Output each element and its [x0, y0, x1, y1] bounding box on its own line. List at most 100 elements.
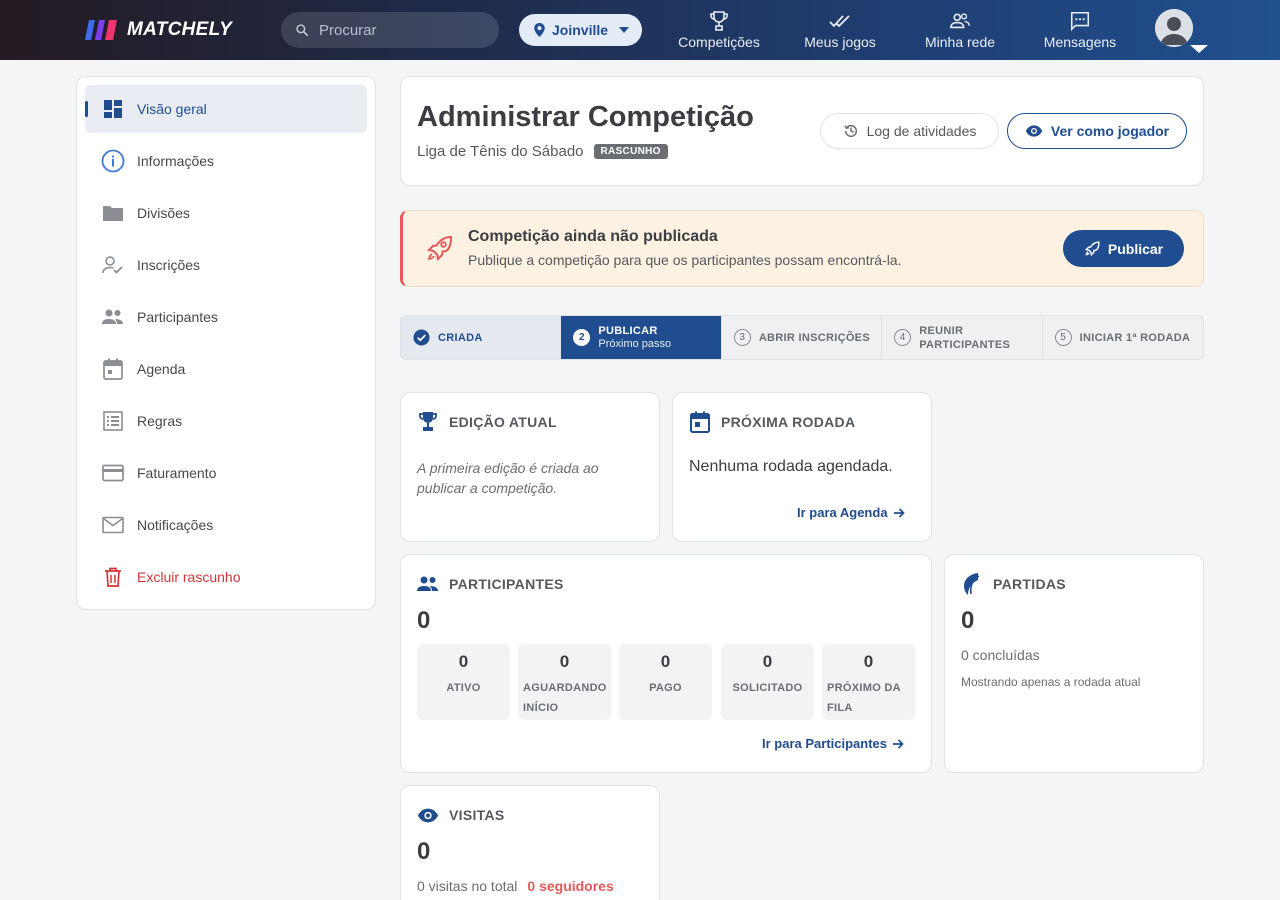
arrow-right-icon — [893, 738, 904, 749]
nav-competitions[interactable]: Competições — [678, 8, 760, 56]
credit-card-icon — [102, 464, 124, 482]
next-round-card: PRÓXIMA RODADA Nenhuma rodada agendada. … — [672, 392, 932, 542]
link-label: Ir para Participantes — [762, 736, 887, 751]
stat-waiting-start: 0 AGUARDANDO INÍCIO — [518, 644, 611, 720]
sidebar-item-rules[interactable]: Regras — [85, 397, 367, 445]
stat-label-line2: INÍCIO — [523, 702, 559, 714]
step-created[interactable]: CRIADA — [401, 316, 562, 359]
sidebar-item-label: Divisões — [137, 205, 190, 221]
trophy-icon — [710, 11, 728, 31]
sidebar-item-label: Inscrições — [137, 257, 201, 273]
sidebar-item-registrations[interactable]: Inscrições — [85, 241, 367, 289]
current-edition-card: EDIÇÃO ATUAL A primeira edição é criada … — [400, 392, 660, 542]
edition-text: A primeira edição é criada ao publicar a… — [417, 460, 599, 496]
view-as-player-button[interactable]: Ver como jogador — [1007, 113, 1187, 149]
city-selector[interactable]: Joinville — [519, 14, 642, 46]
user-avatar[interactable] — [1155, 9, 1193, 47]
matches-completed: 0 concluídas — [961, 647, 1040, 663]
search-box[interactable] — [281, 12, 499, 48]
competition-name: Liga de Tênis do Sábado — [417, 143, 584, 160]
visits-card: VISITAS 0 0 visitas no total 0 seguidore… — [400, 785, 660, 900]
step-publish[interactable]: 2 PUBLICAR Próximo passo — [561, 316, 722, 359]
alert-text: Publique a competição para que os partic… — [468, 252, 902, 268]
sidebar-item-overview[interactable]: Visão geral — [85, 85, 367, 133]
go-to-schedule-link[interactable]: Ir para Agenda — [797, 505, 905, 520]
nav-label: Mensagens — [1043, 34, 1117, 50]
step-number: 3 — [733, 329, 751, 346]
next-round-text: Nenhuma rodada agendada. — [689, 458, 893, 475]
logo-mark-icon — [85, 20, 117, 40]
progress-stepper: CRIADA 2 PUBLICAR Próximo passo 3 ABRIR I… — [400, 315, 1204, 360]
top-navbar: MATCHELY Joinville Competições Meus jogo… — [0, 0, 1280, 60]
stat-value: 0 — [660, 652, 671, 671]
nav-label: Competições — [678, 34, 760, 50]
followers-count[interactable]: 0 seguidores — [527, 878, 613, 894]
card-title: EDIÇÃO ATUAL — [449, 414, 557, 430]
participants-card: PARTICIPANTES 0 0 ATIVO 0 AGUARDANDO INÍC… — [400, 554, 932, 773]
sidebar-item-schedule[interactable]: Agenda — [85, 345, 367, 393]
step-start-first-round[interactable]: 5 INICIAR 1ª RODADA — [1043, 316, 1203, 359]
sidebar-item-label: Informações — [137, 153, 215, 169]
sidebar-item-divisions[interactable]: Divisões — [85, 189, 367, 237]
nav-label: Minha rede — [924, 34, 996, 50]
step-number: 2 — [573, 329, 591, 346]
chat-icon — [1070, 11, 1090, 32]
sidebar-item-notifications[interactable]: Notificações — [85, 501, 367, 549]
sidebar-item-label: Participantes — [137, 309, 218, 325]
status-badge: RASCUNHO — [593, 144, 668, 159]
go-to-participants-link[interactable]: Ir para Participantes — [762, 736, 904, 751]
people-icon — [417, 576, 438, 591]
sidebar-item-participants[interactable]: Participantes — [85, 293, 367, 341]
rocket-icon — [427, 235, 453, 261]
sidebar-item-label: Faturamento — [137, 465, 217, 481]
nav-my-network[interactable]: Minha rede — [923, 8, 997, 56]
eye-icon — [417, 808, 439, 822]
arrow-right-icon — [893, 507, 905, 518]
user-check-icon — [102, 256, 123, 274]
step-number: 4 — [894, 329, 912, 346]
alert-title: Competição ainda não publicada — [468, 228, 718, 245]
people-icon — [102, 309, 123, 324]
history-icon — [843, 124, 857, 138]
search-input[interactable] — [319, 21, 479, 39]
activity-log-label: Log de atividades — [866, 123, 977, 139]
search-icon — [296, 24, 309, 37]
visits-summary: 0 visitas no total 0 seguidores — [417, 878, 614, 894]
unpublished-alert: Competição ainda não publicada Publique … — [400, 210, 1204, 287]
publish-button[interactable]: Publicar — [1063, 230, 1184, 267]
mail-icon — [102, 516, 124, 534]
tennis-ball-icon — [964, 573, 980, 595]
list-icon — [103, 411, 123, 431]
stat-label-line1: AGUARDANDO — [523, 682, 607, 694]
nav-messages[interactable]: Mensagens — [1043, 8, 1117, 56]
stat-label: ATIVO — [446, 682, 481, 694]
stat-label-line2: FILA — [827, 702, 853, 714]
step-gather-participants[interactable]: 4 REUNIR PARTICIPANTES — [882, 316, 1043, 359]
dashboard-icon — [104, 100, 122, 118]
check-circle-icon — [413, 329, 430, 346]
sidebar-item-label: Excluir rascunho — [137, 569, 241, 585]
stat-requested: 0 SOLICITADO — [721, 644, 814, 720]
nav-my-games[interactable]: Meus jogos — [802, 8, 878, 56]
stat-paid: 0 PAGO — [619, 644, 712, 720]
sidebar-item-billing[interactable]: Faturamento — [85, 449, 367, 497]
visits-count: 0 visitas no total — [417, 878, 518, 894]
stat-value: 0 — [559, 652, 570, 671]
step-open-registrations[interactable]: 3 ABRIR INSCRIÇÕES — [722, 316, 883, 359]
sidebar-item-label: Agenda — [137, 361, 186, 377]
card-title: PARTICIPANTES — [449, 576, 564, 592]
matches-note: Mostrando apenas a rodada atual — [961, 675, 1141, 689]
sidebar-item-delete-draft[interactable]: Excluir rascunho — [85, 553, 367, 601]
activity-log-button[interactable]: Log de atividades — [820, 113, 999, 149]
sidebar-item-information[interactable]: Informações — [85, 137, 367, 185]
trophy-icon — [419, 412, 437, 431]
matchely-logo[interactable]: MATCHELY — [85, 17, 232, 43]
nav-label: Meus jogos — [804, 34, 876, 50]
account-menu-caret-icon[interactable] — [1190, 45, 1208, 53]
double-check-icon — [829, 15, 850, 28]
user-icon — [1155, 9, 1193, 47]
stat-value: 0 — [458, 652, 469, 671]
matches-total: 0 — [961, 607, 975, 634]
stat-label: PAGO — [649, 682, 682, 694]
competition-subtitle: Liga de Tênis do Sábado RASCUNHO — [417, 143, 668, 160]
